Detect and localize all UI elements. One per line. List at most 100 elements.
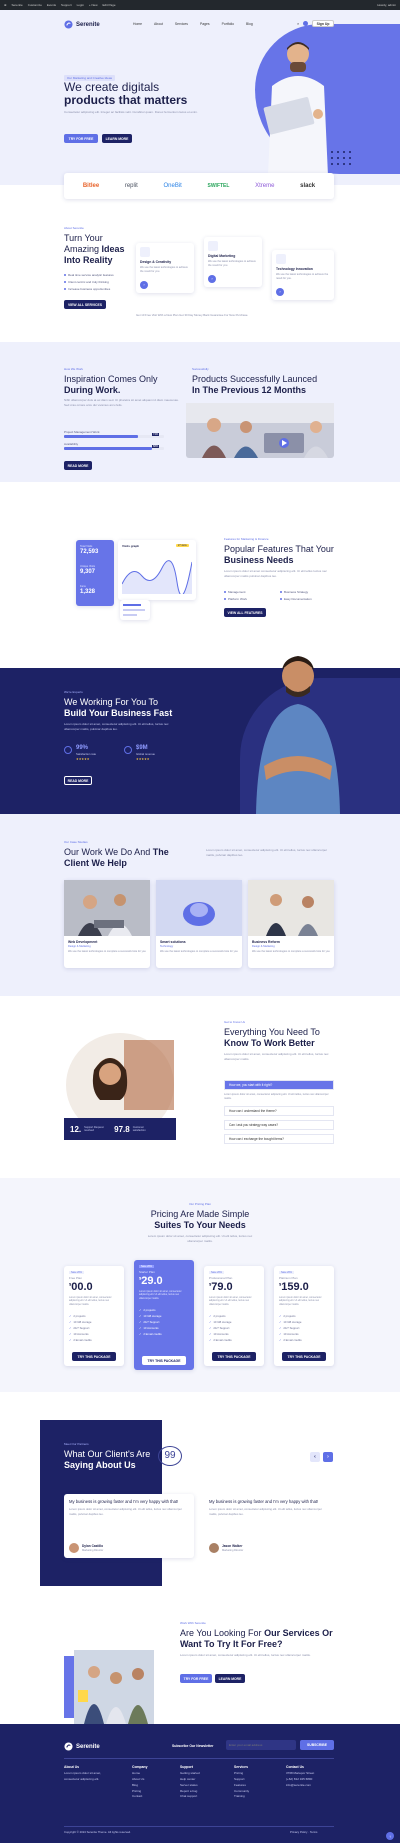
quote-icon: 99: [158, 1446, 182, 1466]
plan-feature: ✓ 2 Email credits: [69, 1338, 92, 1342]
faq-item-active[interactable]: How we, you start with it right?: [224, 1080, 334, 1090]
plan-feature: ✓ 24/7 Support: [209, 1326, 229, 1330]
arrow-right-icon[interactable]: ›: [208, 275, 216, 283]
progress-label-text: Project Management Work: [64, 430, 100, 434]
service-card-technology[interactable]: Technology Innovation We use the latest …: [272, 250, 334, 300]
wpbar-user[interactable]: Howdy, admin: [377, 3, 396, 7]
satisfaction-icon: [64, 746, 72, 754]
footer-brand-name: Serenite: [76, 1743, 100, 1750]
wpbar-support[interactable]: Support: [61, 3, 72, 7]
wpbar-customize[interactable]: Customize: [28, 3, 42, 7]
copyright-text: Copyright © 2024 Serenite Theme. All rig…: [64, 1830, 131, 1834]
rating-stars: ★★★★★: [136, 757, 150, 761]
faq-item[interactable]: Can i ask you strategy way cases?: [224, 1120, 334, 1130]
hero-learn-button[interactable]: LEARN MORE: [102, 134, 132, 143]
footer-divider: [64, 1758, 334, 1759]
know-tag: Get to Know Us: [224, 1020, 246, 1024]
case-card[interactable]: Smart solutions Technology We use the la…: [156, 880, 242, 968]
testimonial-quote: My business is growing faster and I'm ve…: [209, 1499, 319, 1504]
faq-question: How can i understand the theme?: [229, 1109, 277, 1113]
wpbar-events[interactable]: Events: [47, 3, 56, 7]
case-title: Smart solutions: [160, 940, 186, 944]
brand-logo[interactable]: Serenite: [64, 20, 100, 29]
plan-feature: ✓ 10 Accounts: [279, 1332, 299, 1336]
try-package-button[interactable]: TRY THIS PACKAGE: [282, 1352, 326, 1361]
view-services-button[interactable]: VIEW ALL SERVICES: [64, 300, 106, 309]
nav-services[interactable]: Services: [175, 22, 188, 26]
faq-item[interactable]: How can i exchange the bought items?: [224, 1134, 334, 1144]
case-desc: We use the latest technologies to comple…: [68, 950, 146, 953]
nav-pages[interactable]: Pages: [200, 22, 210, 26]
faq-item[interactable]: How can i understand the theme?: [224, 1106, 334, 1116]
wp-logo-icon[interactable]: ⊕: [4, 3, 7, 7]
cart-icon[interactable]: [303, 21, 308, 26]
cta-learn-button[interactable]: LEARN MORE: [215, 1674, 245, 1683]
ideas-title-2a: Amazing: [64, 244, 100, 254]
plan-feature: ✓ 10 GB storage: [279, 1320, 301, 1324]
inspire-read-more-button[interactable]: READ MORE: [64, 461, 92, 470]
know-title-1: Everything You Need To: [224, 1027, 320, 1037]
nav-about[interactable]: About: [154, 22, 163, 26]
satisfaction-value: 99%: [76, 745, 89, 751]
wpbar-edit[interactable]: Edit Page: [103, 3, 116, 7]
footer-link[interactable]: Training: [234, 1794, 249, 1800]
progress-fill: [64, 435, 138, 438]
case-card[interactable]: Business Reform Design & Marketing We us…: [248, 880, 334, 968]
work-title-1a: Our Work We Do And: [64, 847, 151, 857]
work-text: Lorem ipsum dolor sit amet, consectetur …: [206, 848, 328, 857]
working-read-more-button[interactable]: READ MORE: [64, 776, 92, 785]
logo-icon: [64, 1742, 73, 1751]
stat-value: 9,307: [80, 569, 96, 575]
case-card[interactable]: Web Development Design & Marketing We us…: [64, 880, 150, 968]
arrow-right-icon[interactable]: ›: [276, 288, 284, 296]
plan-feature-text: 2 projects: [213, 1314, 226, 1318]
hero-try-button[interactable]: TRY FOR FREE: [64, 134, 98, 143]
footer-logo[interactable]: Serenite: [64, 1742, 100, 1751]
legal-links[interactable]: Privacy Policy · Terms: [290, 1830, 317, 1834]
launched-title-2: In The Previous 12 Months: [192, 385, 307, 395]
nav-home[interactable]: Home: [133, 22, 142, 26]
signup-button[interactable]: Sign Up: [312, 20, 334, 27]
wpbar-new[interactable]: + New: [89, 3, 98, 7]
cta-try-button[interactable]: TRY FOR FREE: [180, 1674, 212, 1683]
revenue-value: $9M: [136, 745, 148, 751]
try-package-button[interactable]: TRY THIS PACKAGE: [72, 1352, 116, 1361]
subscribe-button[interactable]: SUBSCRIBE: [300, 1740, 334, 1750]
search-icon[interactable]: ⌕: [297, 21, 299, 26]
faq-question: How can i exchange the bought items?: [229, 1137, 284, 1141]
mini-bar: [123, 609, 145, 611]
brands-strip: Bitlee replit OneBit SWIFTEL Xtreme slac…: [64, 173, 334, 199]
footer-link[interactable]: Chat support: [180, 1794, 200, 1800]
service-card-marketing[interactable]: Digital Marketing We use the latest tech…: [204, 237, 262, 287]
faq-question: How we, you start with it right?: [229, 1083, 273, 1087]
pricing-card: Save 20% Professional Plan $79.0 Lorem ipsu…: [204, 1266, 264, 1366]
working-title-2: Build Your Business Fast: [64, 708, 173, 718]
arrow-right-icon[interactable]: ›: [140, 281, 148, 289]
wpbar-login[interactable]: Login: [77, 3, 84, 7]
nav-portfolio[interactable]: Portfolio: [222, 22, 234, 26]
smiling-man-image: [256, 656, 340, 814]
try-package-button[interactable]: TRY THIS PACKAGE: [142, 1356, 186, 1365]
plan-feature-text: 10 Accounts: [283, 1332, 299, 1336]
footer-col-heading: About Us: [64, 1765, 80, 1769]
footer-col-heading: Company: [132, 1765, 148, 1769]
footer-col-support: Support Getting started Help center Server…: [180, 1764, 200, 1800]
prev-arrow-icon[interactable]: ‹: [310, 1452, 320, 1462]
check-icon: ✓: [139, 1308, 142, 1312]
footer-link[interactable]: Server status: [180, 1783, 200, 1789]
newsletter-email-input[interactable]: [226, 1740, 296, 1750]
service-card-design[interactable]: Design & Creativity We use the latest te…: [136, 243, 194, 293]
plan-price: $29.0: [139, 1275, 163, 1287]
footer-email[interactable]: info@serenite.com: [286, 1783, 336, 1789]
check-icon: ✓: [209, 1326, 212, 1330]
ideas-list-item: Increase business opportunities: [64, 287, 110, 291]
nav-blog[interactable]: Blog: [246, 22, 253, 26]
scroll-top-icon[interactable]: ↑: [386, 1832, 394, 1840]
plan-feature-text: 10 Accounts: [143, 1326, 159, 1330]
footer-link[interactable]: Contact: [132, 1794, 147, 1800]
next-arrow-icon[interactable]: ›: [323, 1452, 333, 1462]
view-features-button[interactable]: VIEW ALL FEATURES: [224, 608, 266, 617]
pricing-card: Save 20% Starter Plan $29.0 Lorem ipsum dol…: [134, 1260, 194, 1370]
try-package-button[interactable]: TRY THIS PACKAGE: [212, 1352, 256, 1361]
wpbar-site[interactable]: Serenite: [12, 3, 23, 7]
